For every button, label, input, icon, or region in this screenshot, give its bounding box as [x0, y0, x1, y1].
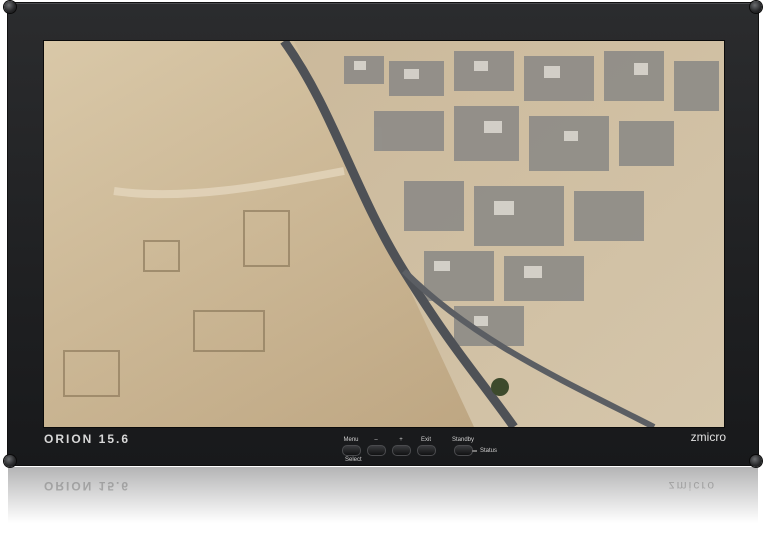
- reflection-model-text: ORION 15.6: [44, 479, 131, 493]
- standby-control[interactable]: Standby: [449, 436, 477, 456]
- model-logo: ORION 15.6: [44, 432, 131, 446]
- menu-label: Menu: [343, 437, 359, 443]
- plus-control[interactable]: +: [387, 436, 415, 456]
- minus-label: –: [374, 437, 378, 443]
- standby-button[interactable]: [453, 445, 473, 456]
- plus-label: +: [399, 437, 403, 443]
- aerial-photo: [44, 41, 724, 427]
- status-led-icon: [472, 450, 477, 452]
- display-screen: [44, 41, 724, 427]
- exit-label: Exit: [420, 437, 431, 443]
- screw-top-right-icon: [750, 1, 762, 13]
- menu-control[interactable]: Menu: [337, 436, 365, 456]
- screw-bottom-left-icon: [4, 455, 16, 467]
- minus-control[interactable]: –: [362, 436, 390, 456]
- minus-button[interactable]: [366, 445, 386, 456]
- select-label: Select: [345, 457, 362, 463]
- reflection: ORION 15.6 zmicro: [8, 467, 758, 533]
- maker-logo: zmicro: [690, 430, 726, 444]
- menu-button[interactable]: [341, 445, 361, 456]
- monitor-bezel: [4, 1, 762, 467]
- plus-button[interactable]: [391, 445, 411, 456]
- screw-top-left-icon: [4, 1, 16, 13]
- status-label: Status: [480, 448, 498, 454]
- reflection-maker-text: zmicro: [668, 479, 716, 493]
- exit-control[interactable]: Exit: [412, 436, 440, 456]
- standby-label: Standby: [451, 437, 475, 443]
- exit-button[interactable]: [416, 445, 436, 456]
- screw-bottom-right-icon: [750, 455, 762, 467]
